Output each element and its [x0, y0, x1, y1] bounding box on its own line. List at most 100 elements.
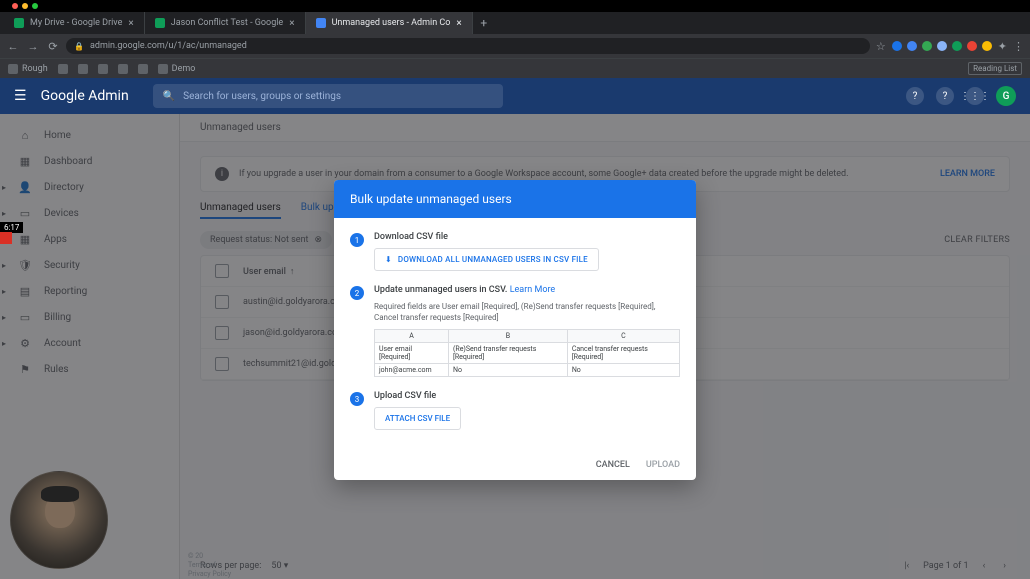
csv-example-table: ABC User email [Required](Re)Send transf…	[374, 329, 680, 377]
first-page-button[interactable]: |‹	[900, 559, 913, 573]
chevron-right-icon: ▸	[2, 313, 6, 322]
step-number: 1	[350, 233, 364, 247]
system-bar	[0, 0, 1030, 12]
tab-title: Jason Conflict Test - Google	[171, 18, 283, 28]
menu-icon[interactable]: ☰	[14, 88, 27, 104]
recording-indicator-icon	[0, 232, 12, 244]
chevron-right-icon: ▸	[2, 209, 6, 218]
bookmark-icon[interactable]	[78, 64, 88, 74]
extensions-icon[interactable]: ✦	[998, 40, 1007, 53]
chevron-right-icon: ▸	[2, 261, 6, 270]
download-csv-button[interactable]: ⬇ DOWNLOAD ALL UNMANAGED USERS IN CSV FI…	[374, 248, 599, 271]
browser-tab[interactable]: Jason Conflict Test - Google ×	[145, 12, 306, 34]
reading-list-button[interactable]: Reading List	[968, 62, 1022, 75]
apps-icon: ▦	[18, 232, 32, 246]
devices-icon: ▭	[18, 206, 32, 220]
help-icon[interactable]: ?	[936, 87, 954, 105]
footer-links: © 20 Terms of Privacy Policy	[188, 552, 231, 579]
browser-tab[interactable]: My Drive - Google Drive ×	[4, 12, 145, 34]
learn-more-link[interactable]: LEARN MORE	[940, 169, 995, 179]
close-icon[interactable]: ⊗	[315, 235, 323, 245]
bookmark-icon[interactable]	[98, 64, 108, 74]
step-2: 2 Update unmanaged users in CSV. Learn M…	[350, 285, 680, 377]
chevron-right-icon: ▸	[2, 183, 6, 192]
sidebar-item-dashboard[interactable]: ▦Dashboard	[0, 148, 179, 174]
tab-title: My Drive - Google Drive	[30, 18, 122, 28]
billing-icon: ▭	[18, 310, 32, 324]
bulk-update-dialog: Bulk update unmanaged users 1 Download C…	[334, 180, 696, 480]
bookmark-icon[interactable]	[58, 64, 68, 74]
close-icon[interactable]: ×	[456, 18, 461, 29]
prev-page-button[interactable]: ‹	[979, 559, 990, 573]
pagination: Rows per page: 50 ▾ |‹ Page 1 of 1 ‹ ›	[200, 559, 1010, 573]
star-icon[interactable]: ☆	[876, 40, 886, 53]
gear-icon: ⚙	[18, 336, 32, 350]
download-icon: ⬇	[385, 255, 392, 264]
cancel-button[interactable]: CANCEL	[596, 460, 630, 470]
step-3: 3 Upload CSV file ATTACH CSV FILE	[350, 391, 680, 430]
chevron-right-icon: ▸	[2, 287, 6, 296]
apps-icon[interactable]: ⋮⋮⋮	[966, 87, 984, 105]
bookmark-item[interactable]: Demo	[158, 64, 196, 74]
sidebar-item-rules[interactable]: ⚑Rules	[0, 356, 179, 382]
menu-icon[interactable]: ⋮	[1013, 40, 1024, 53]
new-tab-button[interactable]: +	[473, 12, 495, 34]
step-1: 1 Download CSV file ⬇ DOWNLOAD ALL UNMAN…	[350, 232, 680, 271]
step-description: Required fields are User email [Required…	[374, 301, 680, 323]
search-input[interactable]: 🔍 Search for users, groups or settings	[153, 84, 503, 108]
rows-per-page-select[interactable]: 50 ▾	[271, 561, 288, 571]
dialog-title: Bulk update unmanaged users	[334, 180, 696, 218]
webcam-overlay	[10, 471, 108, 569]
sidebar-item-account[interactable]: ▸⚙Account	[0, 330, 179, 356]
checkbox[interactable]	[215, 295, 229, 309]
tab-strip: My Drive - Google Drive × Jason Conflict…	[0, 12, 1030, 34]
window-controls[interactable]	[8, 3, 38, 9]
step-number: 2	[350, 286, 364, 300]
reporting-icon: ▤	[18, 284, 32, 298]
bookmark-item[interactable]: Rough	[8, 64, 48, 74]
extension-icons[interactable]	[892, 41, 992, 51]
sidebar-item-billing[interactable]: ▸▭Billing	[0, 304, 179, 330]
close-icon[interactable]: ×	[289, 18, 294, 29]
avatar[interactable]: G	[996, 86, 1016, 106]
search-placeholder: Search for users, groups or settings	[183, 91, 341, 102]
attach-csv-button[interactable]: ATTACH CSV FILE	[374, 407, 461, 430]
step-number: 3	[350, 392, 364, 406]
logo: Google Admin	[41, 88, 129, 104]
sidebar-item-home[interactable]: ⌂Home	[0, 122, 179, 148]
reload-button[interactable]: ⟳	[46, 39, 60, 53]
forward-button[interactable]: →	[26, 39, 40, 53]
browser-tab[interactable]: Unmanaged users - Admin Co ×	[306, 12, 473, 34]
sidebar-item-directory[interactable]: ▸👤Directory	[0, 174, 179, 200]
back-button[interactable]: ←	[6, 39, 20, 53]
info-icon[interactable]: ?	[906, 87, 924, 105]
checkbox[interactable]	[215, 357, 229, 371]
url-bar: ← → ⟳ 🔒 admin.google.com/u/1/ac/unmanage…	[0, 34, 1030, 58]
bookmarks-bar: Rough Demo Reading List	[0, 58, 1030, 78]
sidebar-item-devices[interactable]: ▸▭Devices	[0, 200, 179, 226]
checkbox[interactable]	[215, 264, 229, 278]
sidebar-item-reporting[interactable]: ▸▤Reporting	[0, 278, 179, 304]
bookmark-icon[interactable]	[138, 64, 148, 74]
filter-chip[interactable]: Request status: Not sent⊗	[200, 231, 332, 249]
shield-icon: 🛡	[18, 258, 32, 272]
sort-arrow-icon: ↑	[290, 267, 295, 277]
clear-filters-button[interactable]: CLEAR FILTERS	[944, 235, 1010, 245]
bookmark-icon[interactable]	[118, 64, 128, 74]
tab-title: Unmanaged users - Admin Co	[332, 18, 451, 28]
learn-more-link[interactable]: Learn More	[510, 285, 556, 295]
step-title: Download CSV file	[374, 232, 680, 242]
sidebar-item-apps[interactable]: ▸▦Apps	[0, 226, 179, 252]
step-title: Update unmanaged users in CSV. Learn Mor…	[374, 285, 680, 295]
chevron-right-icon: ▸	[2, 339, 6, 348]
dialog-footer: CANCEL UPLOAD	[334, 450, 696, 480]
close-icon[interactable]: ×	[128, 18, 133, 29]
checkbox[interactable]	[215, 326, 229, 340]
sidebar-item-security[interactable]: ▸🛡Security	[0, 252, 179, 278]
upload-button[interactable]: UPLOAD	[646, 460, 680, 470]
home-icon: ⌂	[18, 128, 32, 142]
next-page-button[interactable]: ›	[999, 559, 1010, 573]
alert-text: If you upgrade a user in your domain fro…	[239, 169, 848, 179]
tab-unmanaged[interactable]: Unmanaged users	[200, 202, 281, 219]
address-bar[interactable]: 🔒 admin.google.com/u/1/ac/unmanaged	[66, 38, 870, 54]
